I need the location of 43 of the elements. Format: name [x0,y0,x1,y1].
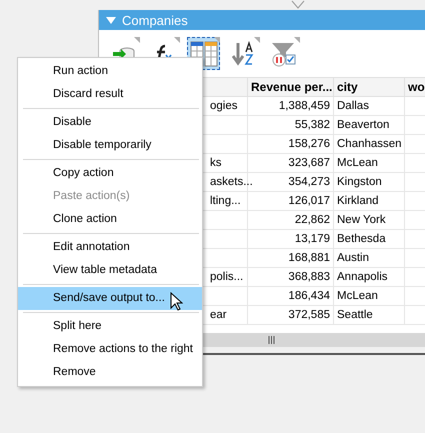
sort-icon [232,40,256,66]
table-cell: Bethesda [334,230,404,248]
table-cell: Annapolis [334,268,404,286]
menu-item[interactable]: Send/save output to... [18,287,202,310]
table-cell: Dallas [334,96,404,116]
table-cell: 368,883 [248,268,334,286]
menu-item[interactable]: Remove actions to the right [18,338,202,361]
table-cell: 1,388,459 [248,96,334,116]
table-cell: Austin [334,248,404,268]
table-cell: 13,179 [248,230,334,248]
table-cell: Chanhassen [334,134,404,154]
table-cell: 158,276 [248,134,334,154]
table-cell: Kirkland [334,192,404,210]
table-cell: Seattle [334,306,404,324]
corner-triangle-icon [214,37,220,43]
table-cell: 55,382 [248,116,334,134]
table-cell: 22,862 [248,210,334,230]
menu-item[interactable]: Run action [18,60,202,83]
table-cell: 186,434 [248,286,334,306]
table-cell: Kingston [334,172,404,192]
table-cell: New York [334,210,404,230]
table-cell: 126,017 [248,192,334,210]
mouse-cursor-icon [170,292,183,311]
column-header[interactable]: wo [404,78,425,96]
scroll-grip-icon [268,336,275,344]
collapse-triangle-icon[interactable] [106,16,116,24]
panel-title: Companies [122,12,188,28]
menu-item[interactable]: Clone action [18,208,202,231]
filter-icon [270,40,296,66]
table-cell: 323,687 [248,154,334,172]
table-cell: Beaverton [334,116,404,134]
table-cell: 168,881 [248,248,334,268]
table-cell: McLean [334,286,404,306]
column-header[interactable]: city [334,78,404,96]
corner-triangle-icon [134,37,140,43]
column-header[interactable]: Revenue per... [248,78,334,96]
corner-triangle-icon [174,37,180,43]
menu-item[interactable]: Remove [18,361,202,384]
menu-item[interactable]: Edit annotation [18,236,202,259]
table-cell: McLean [334,154,404,172]
corner-triangle-icon [294,37,300,43]
corner-triangle-icon [254,37,260,43]
table-cell: 372,585 [248,306,334,324]
